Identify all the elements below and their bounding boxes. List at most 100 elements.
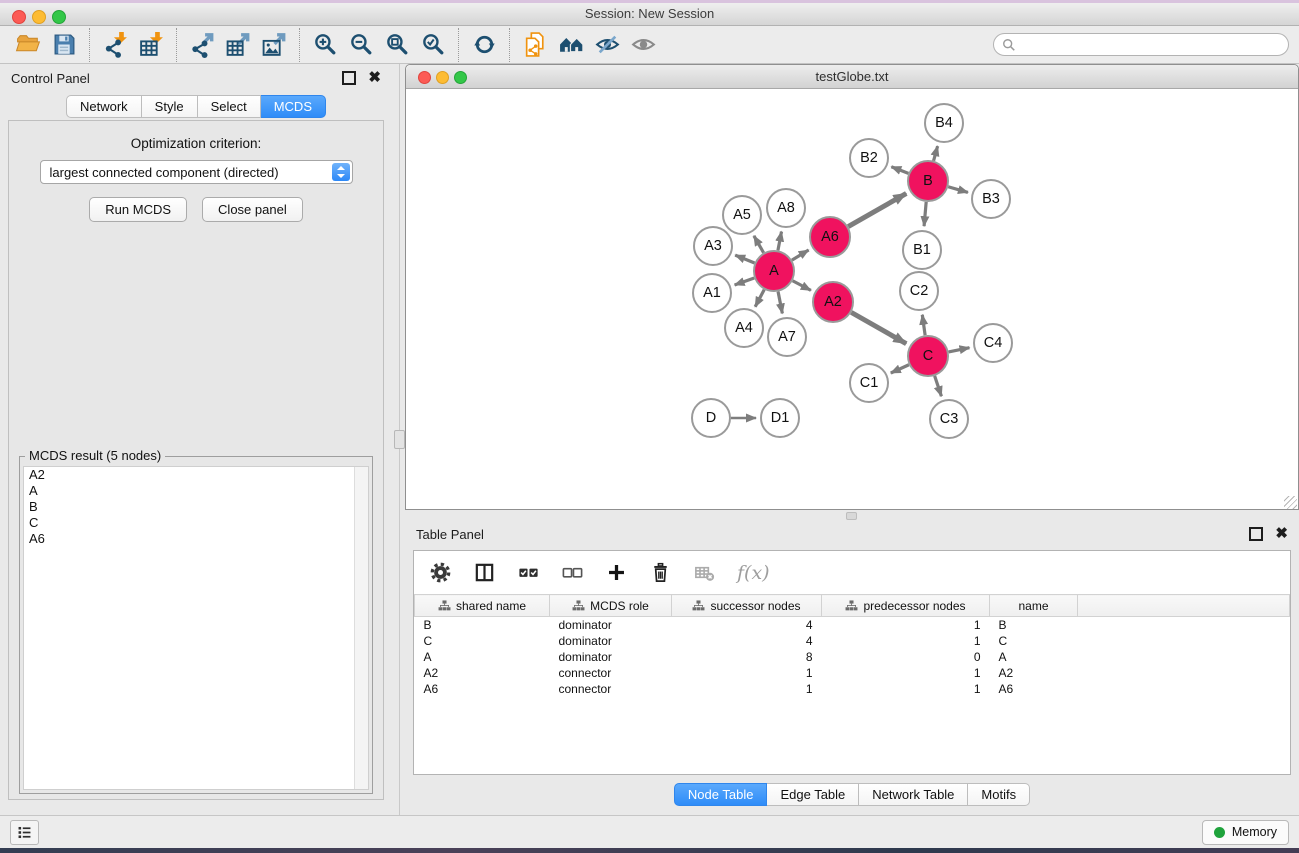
criterion-dropdown[interactable]: largest connected component (directed) xyxy=(40,160,353,184)
table-cell[interactable]: dominator xyxy=(550,617,672,634)
refresh-icon[interactable] xyxy=(466,28,502,62)
tab-mcds[interactable]: MCDS xyxy=(261,95,326,118)
zoom-out-icon[interactable] xyxy=(343,28,379,62)
table-cell[interactable]: C xyxy=(990,633,1078,649)
table-cell[interactable]: 1 xyxy=(672,681,822,697)
export-image-icon[interactable] xyxy=(256,28,292,62)
table-cell[interactable]: 1 xyxy=(672,665,822,681)
table-cell[interactable]: A6 xyxy=(990,681,1078,697)
zoom-in-icon[interactable] xyxy=(307,28,343,62)
export-network-icon[interactable] xyxy=(184,28,220,62)
unchecked-checkboxes-icon[interactable] xyxy=(561,561,584,584)
table-cell[interactable]: A6 xyxy=(415,681,550,697)
graph-edge-A6-B[interactable] xyxy=(848,193,906,226)
tab-edge-table[interactable]: Edge Table xyxy=(767,783,859,806)
graph-edge-C-C2[interactable] xyxy=(922,315,925,335)
graph-edge-A2-C[interactable] xyxy=(851,312,906,343)
delete-table-icon[interactable] xyxy=(693,561,716,584)
table-row[interactable]: Adominator80A xyxy=(415,649,1290,665)
graph-edge-A-A7[interactable] xyxy=(778,292,782,314)
table-cell[interactable]: 1 xyxy=(822,681,990,697)
graph-edge-B-B2[interactable] xyxy=(891,167,908,174)
tab-node-table[interactable]: Node Table xyxy=(674,783,768,806)
graph-edge-A-A4[interactable] xyxy=(755,290,764,307)
table-cell[interactable]: C xyxy=(415,633,550,649)
checked-checkboxes-icon[interactable] xyxy=(517,561,540,584)
table-row[interactable]: Bdominator41B xyxy=(415,617,1290,634)
graph-edge-B-B1[interactable] xyxy=(924,202,926,226)
splitter-handle[interactable] xyxy=(394,430,405,449)
export-table-icon[interactable] xyxy=(220,28,256,62)
add-column-plus-icon[interactable] xyxy=(605,561,628,584)
run-mcds-button[interactable]: Run MCDS xyxy=(89,197,187,222)
import-table-icon[interactable] xyxy=(133,28,169,62)
save-icon[interactable] xyxy=(46,28,82,62)
table-row[interactable]: A2connector11A2 xyxy=(415,665,1290,681)
tab-motifs[interactable]: Motifs xyxy=(968,783,1030,806)
table-row[interactable]: A6connector11A6 xyxy=(415,681,1290,697)
import-network-icon[interactable] xyxy=(97,28,133,62)
table-row[interactable]: Cdominator41C xyxy=(415,633,1290,649)
graph-edge-C-C4[interactable] xyxy=(949,348,970,352)
result-list-scrollbar[interactable] xyxy=(354,467,368,789)
graph-edge-C-C1[interactable] xyxy=(891,365,909,373)
graph-edge-B-B3[interactable] xyxy=(948,187,968,193)
mcds-result-item[interactable]: C xyxy=(24,515,368,531)
column-header-mcds-role[interactable]: MCDS role xyxy=(550,595,672,617)
zoom-selected-icon[interactable] xyxy=(415,28,451,62)
mcds-result-item[interactable]: A2 xyxy=(24,467,368,483)
column-header-shared-name[interactable]: shared name xyxy=(415,595,550,617)
settings-gear-icon[interactable] xyxy=(429,561,452,584)
table-cell[interactable]: 4 xyxy=(672,633,822,649)
table-cell[interactable]: A xyxy=(415,649,550,665)
mcds-result-item[interactable]: B xyxy=(24,499,368,515)
delete-column-trash-icon[interactable] xyxy=(649,561,672,584)
resize-grip-icon[interactable] xyxy=(1284,496,1297,509)
table-cell[interactable]: A2 xyxy=(990,665,1078,681)
task-history-button[interactable] xyxy=(10,820,39,845)
split-columns-icon[interactable] xyxy=(473,561,496,584)
column-header-name[interactable]: name xyxy=(990,595,1078,617)
function-builder-fx-icon[interactable]: f(x) xyxy=(737,562,770,584)
search-input[interactable] xyxy=(1021,36,1280,53)
table-cell[interactable]: 1 xyxy=(822,633,990,649)
table-cell[interactable]: 0 xyxy=(822,649,990,665)
splitter-handle[interactable] xyxy=(846,512,857,520)
network-minimize-button[interactable] xyxy=(436,71,449,84)
table-cell[interactable]: 8 xyxy=(672,649,822,665)
tab-network[interactable]: Network xyxy=(66,95,142,118)
mcds-result-list[interactable]: A2ABCA6 xyxy=(23,466,369,790)
graph-edge-A-A8[interactable] xyxy=(778,232,782,251)
network-canvas[interactable]: AA1A2A3A4A5A6A7A8BB1B2B3B4CC1C2C3C4DD1 xyxy=(406,89,1298,510)
tab-style[interactable]: Style xyxy=(142,95,198,118)
document-network-icon[interactable] xyxy=(517,28,553,62)
tab-select[interactable]: Select xyxy=(198,95,261,118)
vertical-splitter[interactable] xyxy=(392,64,405,815)
show-graphics-details-eye-icon[interactable] xyxy=(625,28,661,62)
graph-edge-A-A3[interactable] xyxy=(735,255,754,263)
close-panel-icon[interactable]: ✖ xyxy=(368,73,381,83)
table-cell[interactable]: B xyxy=(990,617,1078,634)
search-box[interactable] xyxy=(993,33,1289,56)
table-cell[interactable]: dominator xyxy=(550,633,672,649)
graph-edge-C-C3[interactable] xyxy=(935,376,942,396)
houses-icon[interactable] xyxy=(553,28,589,62)
table-cell[interactable]: 1 xyxy=(822,665,990,681)
tab-network-table[interactable]: Network Table xyxy=(859,783,968,806)
mcds-result-item[interactable]: A6 xyxy=(24,531,368,547)
table-cell[interactable]: A xyxy=(990,649,1078,665)
horizontal-splitter[interactable] xyxy=(405,510,1299,520)
graph-edge-A-A6[interactable] xyxy=(792,250,809,260)
network-close-button[interactable] xyxy=(418,71,431,84)
table-cell[interactable]: connector xyxy=(550,681,672,697)
zoom-fit-icon[interactable] xyxy=(379,28,415,62)
graph-edge-B-B4[interactable] xyxy=(934,146,938,161)
graph-edge-A-A5[interactable] xyxy=(754,236,764,253)
table-cell[interactable]: connector xyxy=(550,665,672,681)
graph-edge-A-A1[interactable] xyxy=(735,278,755,285)
open-folder-icon[interactable] xyxy=(10,28,46,62)
table-cell[interactable]: 1 xyxy=(822,617,990,634)
graph-edge-A-A2[interactable] xyxy=(793,281,811,291)
float-table-panel-icon[interactable] xyxy=(1249,527,1263,541)
table-cell[interactable]: B xyxy=(415,617,550,634)
